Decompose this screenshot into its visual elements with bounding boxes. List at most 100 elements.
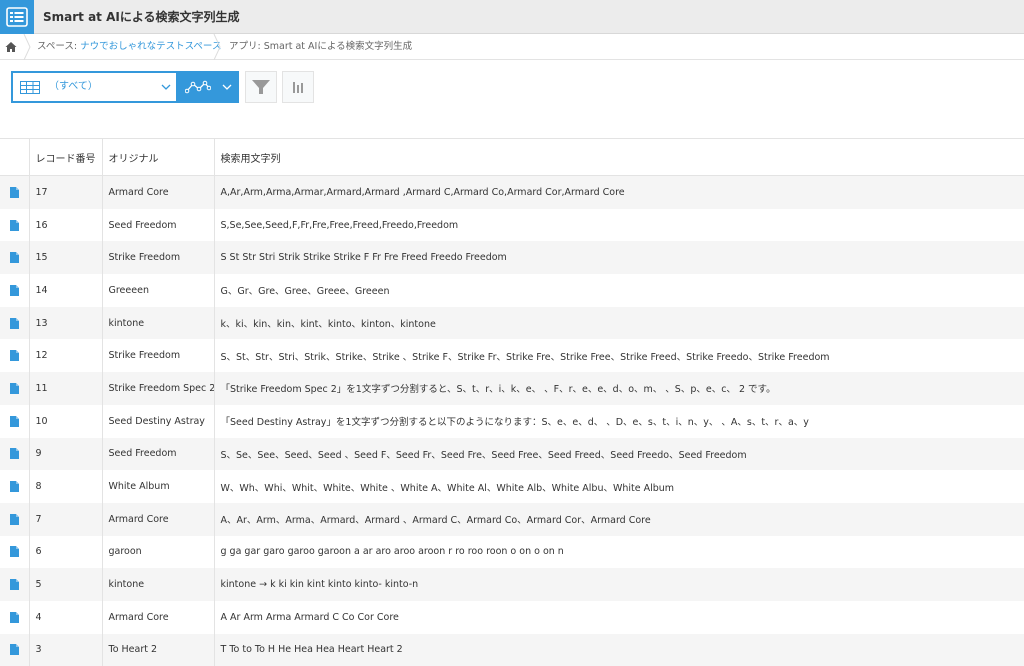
graph-button[interactable] xyxy=(178,71,239,103)
filter-button[interactable] xyxy=(245,71,277,103)
table-row[interactable]: 5kintonekintone → k ki kin kint kinto ki… xyxy=(0,568,1024,601)
view-select-label: （すべて） xyxy=(49,73,98,101)
cell-record-number: 15 xyxy=(29,241,102,274)
breadcrumb-separator-icon xyxy=(212,34,222,60)
table-body: 17Armard CoreA,Ar,Arm,Arma,Armar,Armard,… xyxy=(0,176,1024,666)
table-row[interactable]: 17Armard CoreA,Ar,Arm,Arma,Armar,Armard,… xyxy=(0,176,1024,209)
document-icon[interactable] xyxy=(10,187,19,198)
document-icon[interactable] xyxy=(10,448,19,459)
document-icon[interactable] xyxy=(10,416,19,427)
cell-original: White Album xyxy=(102,470,214,503)
record-detail-cell[interactable] xyxy=(0,470,29,503)
records-table: レコード番号 オリジナル 検索用文字列 17Armard CoreA,Ar,Ar… xyxy=(0,138,1024,666)
cell-record-number: 13 xyxy=(29,307,102,340)
table-header-row: レコード番号 オリジナル 検索用文字列 xyxy=(0,139,1024,176)
breadcrumb-app-prefix: アプリ: xyxy=(229,41,264,52)
cell-search-string: G、Gr、Gre、Gree、Greee、Greeen xyxy=(214,274,1024,307)
cell-search-string: A Ar Arm Arma Armard C Co Cor Core xyxy=(214,601,1024,634)
cell-record-number: 14 xyxy=(29,274,102,307)
record-detail-cell[interactable] xyxy=(0,634,29,666)
document-icon[interactable] xyxy=(10,481,19,492)
table-row[interactable]: 12Strike FreedomS、St、Str、Stri、Strik、Stri… xyxy=(0,339,1024,372)
record-detail-cell[interactable] xyxy=(0,536,29,569)
cell-search-string: A、Ar、Arm、Arma、Armard、Armard 、Armard C、Ar… xyxy=(214,503,1024,536)
cell-search-string: k、ki、kin、kin、kint、kinto、kinton、kintone xyxy=(214,307,1024,340)
document-icon[interactable] xyxy=(10,220,19,231)
cell-search-string: g ga gar garo garoo garoon a ar aro aroo… xyxy=(214,536,1024,569)
document-icon[interactable] xyxy=(10,644,19,655)
cell-record-number: 7 xyxy=(29,503,102,536)
document-icon[interactable] xyxy=(10,612,19,623)
cell-record-number: 11 xyxy=(29,372,102,405)
document-icon[interactable] xyxy=(10,350,19,361)
cell-search-string: S、Se、See、Seed、Seed 、Seed F、Seed Fr、Seed … xyxy=(214,438,1024,471)
table-row[interactable]: 15Strike FreedomS St Str Stri Strik Stri… xyxy=(0,241,1024,274)
cell-original: garoon xyxy=(102,536,214,569)
header-icon-column xyxy=(0,139,29,176)
cell-original: Strike Freedom xyxy=(102,339,214,372)
record-detail-cell[interactable] xyxy=(0,405,29,438)
record-detail-cell[interactable] xyxy=(0,503,29,536)
document-icon[interactable] xyxy=(10,318,19,329)
table-row[interactable]: 6garoong ga gar garo garoo garoon a ar a… xyxy=(0,536,1024,569)
record-detail-cell[interactable] xyxy=(0,209,29,242)
graph-icon xyxy=(185,80,211,94)
table-row[interactable]: 13kintonek、ki、kin、kin、kint、kinto、kinton、… xyxy=(0,307,1024,340)
cell-search-string: A,Ar,Arm,Arma,Armar,Armard,Armard ,Armar… xyxy=(214,176,1024,209)
document-icon[interactable] xyxy=(10,579,19,590)
table-row[interactable]: 7Armard CoreA、Ar、Arm、Arma、Armard、Armard … xyxy=(0,503,1024,536)
cell-original: Armard Core xyxy=(102,503,214,536)
cell-record-number: 4 xyxy=(29,601,102,634)
breadcrumb: スペース: ナウでおしゃれなテストスペース アプリ: Smart at AIによ… xyxy=(0,34,1024,60)
document-icon[interactable] xyxy=(10,546,19,557)
record-detail-cell[interactable] xyxy=(0,176,29,209)
filter-icon xyxy=(251,78,271,96)
breadcrumb-space-link[interactable]: ナウでおしゃれなテストスペース xyxy=(80,41,221,52)
record-detail-cell[interactable] xyxy=(0,438,29,471)
breadcrumb-space[interactable]: スペース: ナウでおしゃれなテストスペース xyxy=(37,34,221,60)
chart-button[interactable] xyxy=(282,71,314,103)
chevron-down-icon xyxy=(222,83,232,91)
table-row[interactable]: 3To Heart 2T To to To H He Hea Hea Heart… xyxy=(0,634,1024,666)
document-icon[interactable] xyxy=(10,285,19,296)
record-detail-cell[interactable] xyxy=(0,372,29,405)
document-icon[interactable] xyxy=(10,383,19,394)
cell-original: Armard Core xyxy=(102,601,214,634)
cell-record-number: 10 xyxy=(29,405,102,438)
header-record-number[interactable]: レコード番号 xyxy=(29,139,102,176)
cell-search-string: T To to To H He Hea Hea Heart Heart 2 xyxy=(214,634,1024,666)
cell-search-string: W、Wh、Whi、Whit、White、White 、White A、White… xyxy=(214,470,1024,503)
home-icon[interactable] xyxy=(4,40,18,54)
bar-chart-icon xyxy=(290,79,306,95)
table-row[interactable]: 10Seed Destiny Astray「Seed Destiny Astra… xyxy=(0,405,1024,438)
document-icon[interactable] xyxy=(10,514,19,525)
cell-original: Seed Destiny Astray xyxy=(102,405,214,438)
breadcrumb-space-prefix: スペース: xyxy=(37,41,80,52)
header-original[interactable]: オリジナル xyxy=(102,139,214,176)
table-row[interactable]: 11Strike Freedom Spec 2「Strike Freedom S… xyxy=(0,372,1024,405)
view-select[interactable]: （すべて） xyxy=(11,71,178,103)
cell-record-number: 3 xyxy=(29,634,102,666)
record-detail-cell[interactable] xyxy=(0,339,29,372)
cell-record-number: 9 xyxy=(29,438,102,471)
cell-original: Armard Core xyxy=(102,176,214,209)
cell-search-string: 「Seed Destiny Astray」を1文字ずつ分割すると以下のようになり… xyxy=(214,405,1024,438)
table-row[interactable]: 9Seed FreedomS、Se、See、Seed、Seed 、Seed F、… xyxy=(0,438,1024,471)
cell-search-string: S,Se,See,Seed,F,Fr,Fre,Free,Freed,Freedo… xyxy=(214,209,1024,242)
record-detail-cell[interactable] xyxy=(0,568,29,601)
cell-search-string: S、St、Str、Stri、Strik、Strike、Strike 、Strik… xyxy=(214,339,1024,372)
document-icon[interactable] xyxy=(10,252,19,263)
table-row[interactable]: 14GreeeenG、Gr、Gre、Gree、Greee、Greeen xyxy=(0,274,1024,307)
record-detail-cell[interactable] xyxy=(0,307,29,340)
cell-search-string: kintone → k ki kin kint kinto kinto- kin… xyxy=(214,568,1024,601)
record-detail-cell[interactable] xyxy=(0,241,29,274)
table-row[interactable]: 16Seed FreedomS,Se,See,Seed,F,Fr,Fre,Fre… xyxy=(0,209,1024,242)
table-row[interactable]: 8White AlbumW、Wh、Whi、Whit、White、White 、W… xyxy=(0,470,1024,503)
header-search-string[interactable]: 検索用文字列 xyxy=(214,139,1024,176)
cell-original: kintone xyxy=(102,568,214,601)
cell-record-number: 17 xyxy=(29,176,102,209)
record-detail-cell[interactable] xyxy=(0,601,29,634)
list-icon[interactable] xyxy=(0,0,34,34)
record-detail-cell[interactable] xyxy=(0,274,29,307)
table-row[interactable]: 4Armard CoreA Ar Arm Arma Armard C Co Co… xyxy=(0,601,1024,634)
